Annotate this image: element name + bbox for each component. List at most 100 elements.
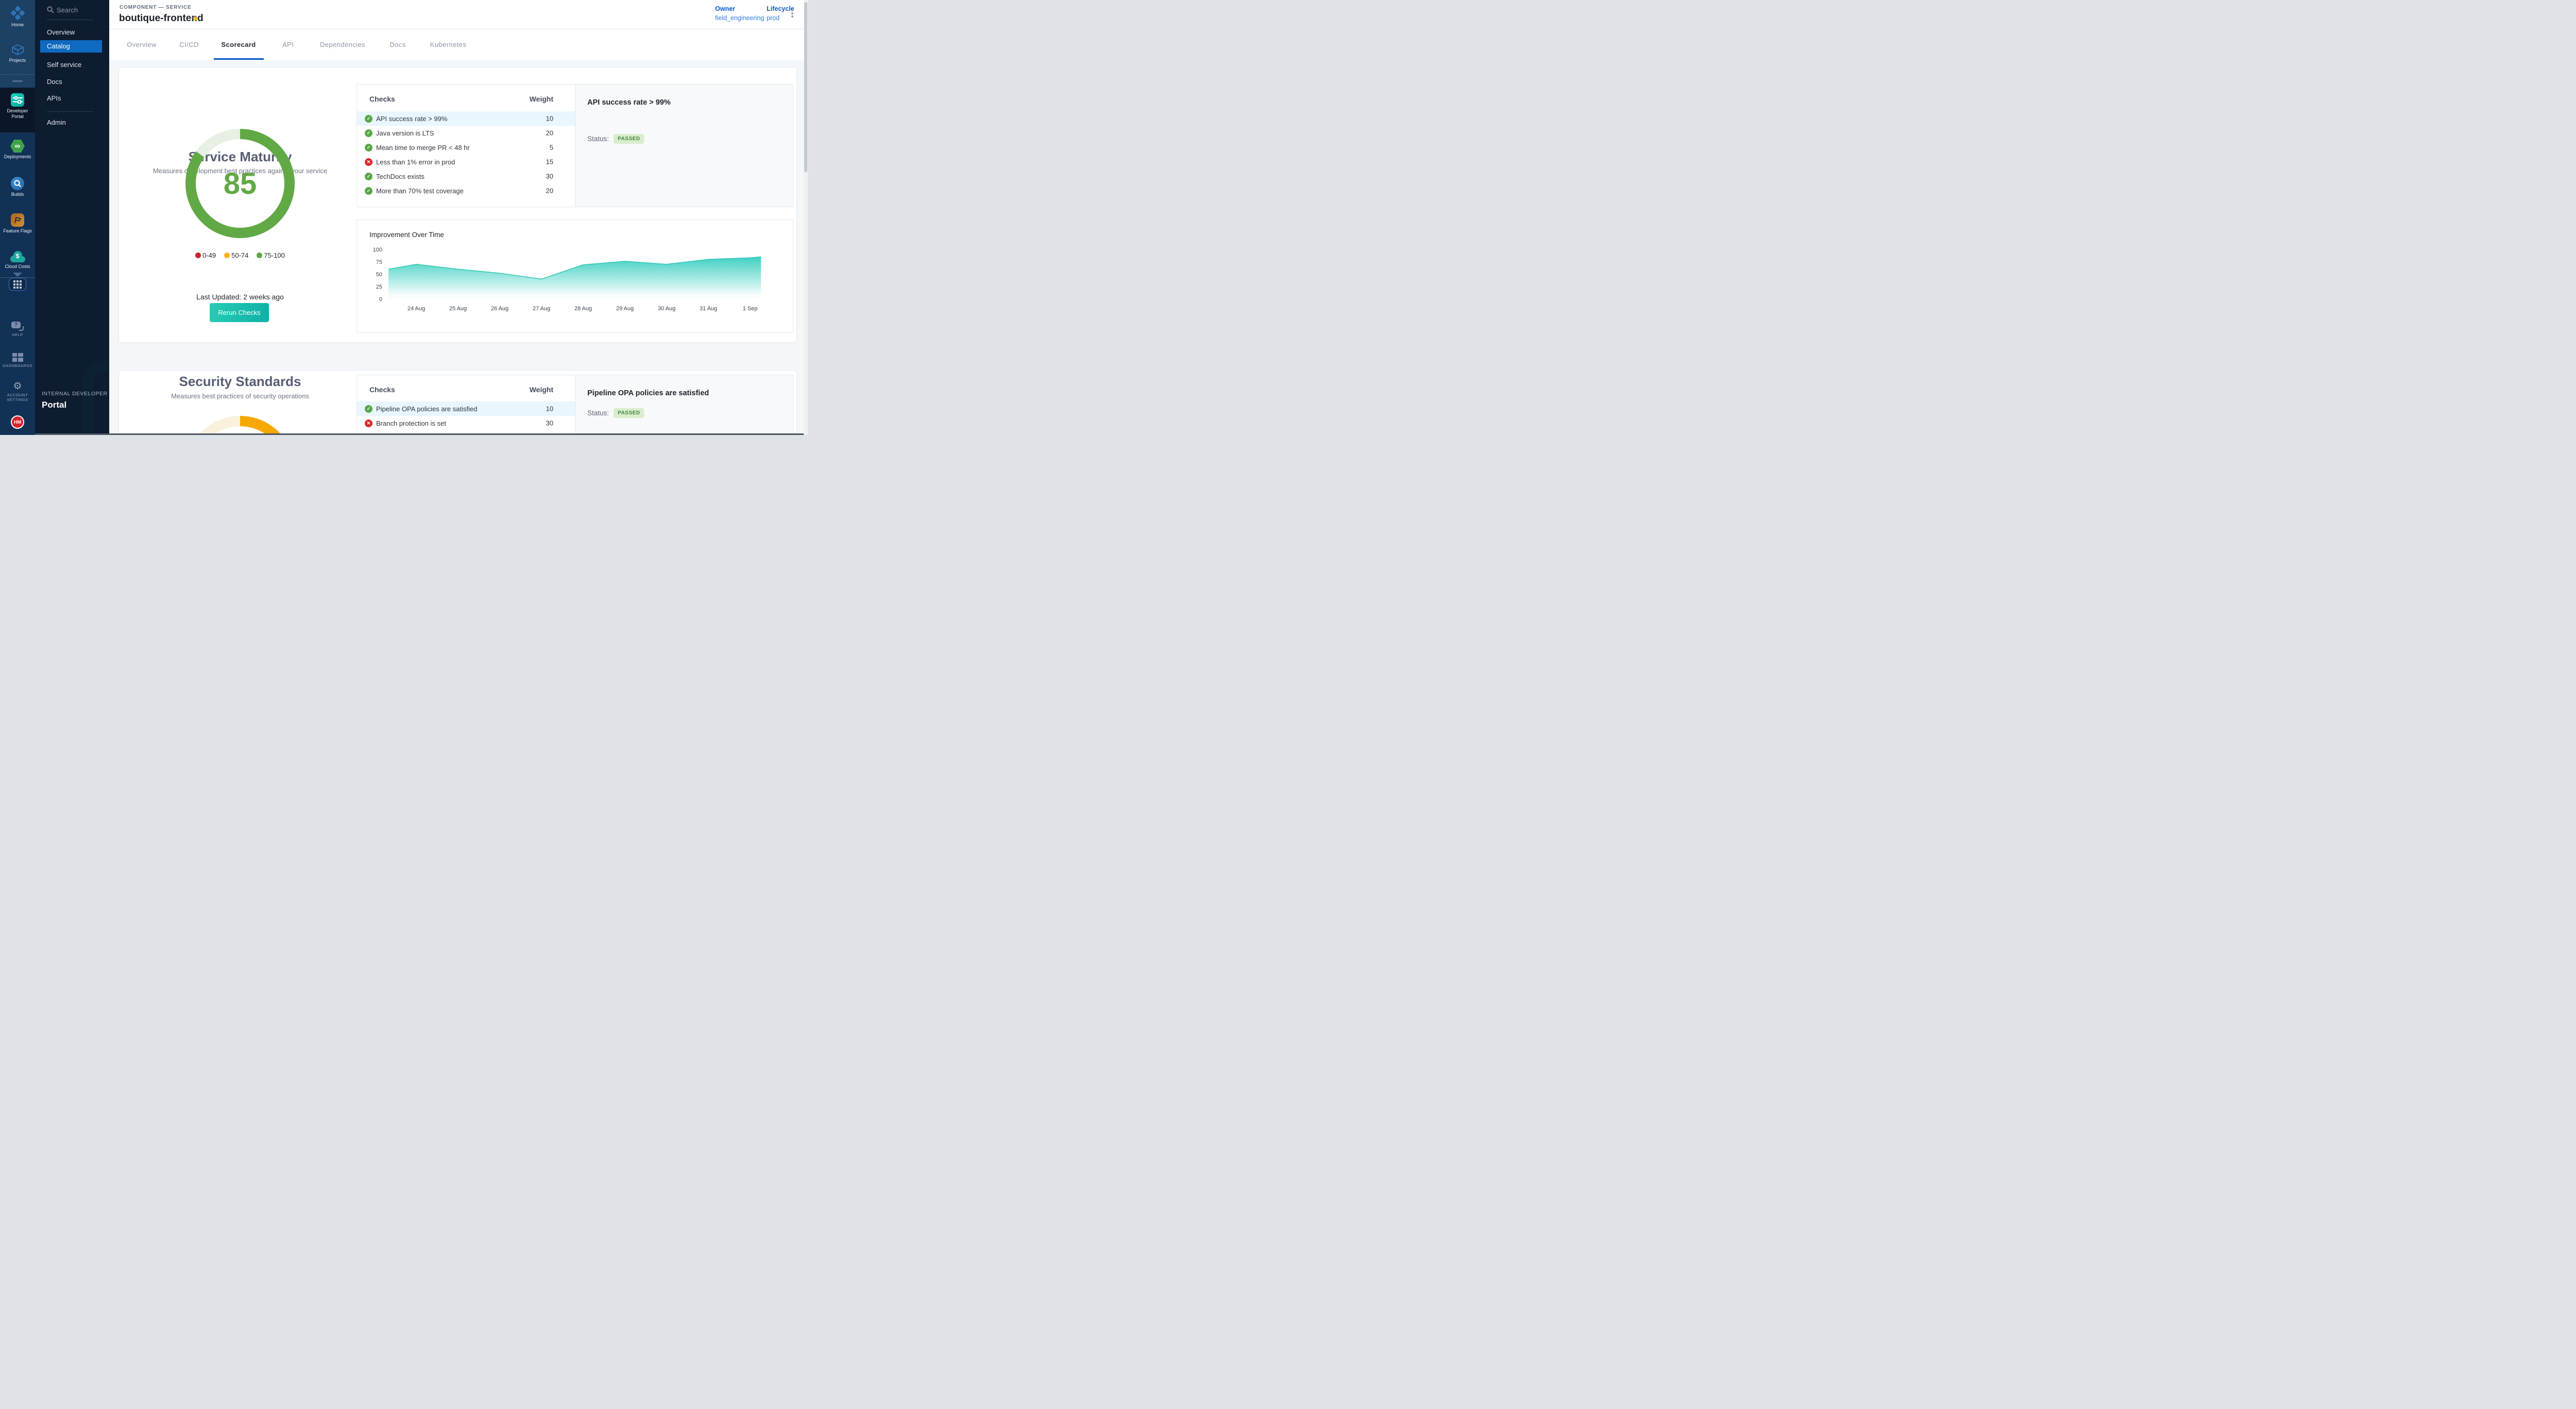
status-badge: PASSED [614,408,644,418]
rail-item-developer-portal[interactable]: Developer Portal [0,93,35,120]
check-detail-panel: Pipeline OPA policies are satisfied Stat… [575,375,793,435]
legend-dot [224,253,230,258]
sidebar-item-catalog[interactable]: Catalog [40,40,102,53]
dashboards-icon [12,353,23,362]
module-rail: Home Projects Developer Portal ∞ Deploym… [0,0,35,435]
main-area: COMPONENT — SERVICE boutique-frontend ★ … [109,0,808,435]
legend-item: 50-74 [224,251,248,259]
check-row[interactable]: ✓Pipeline OPA policies are satisfied10 [357,401,575,416]
maturity-checks-panel: Checks Weight ✓API success rate > 99%10✓… [357,84,793,207]
sidebar-item-apis[interactable]: APIs [35,92,109,105]
favorite-star-icon[interactable]: ★ [192,13,199,24]
sidebar-divider [47,111,93,112]
maturity-score-value: 85 [185,129,295,238]
check-weight: 20 [357,129,553,137]
y-axis-tick: 50 [376,272,382,278]
rail-item-label: ACCOUNT SETTINGS [0,393,35,402]
legend-label: 75-100 [264,251,284,259]
sidebar-search[interactable]: Search [35,4,109,16]
rail-item-feature-flags[interactable]: Feature Flags [0,213,35,234]
check-weight: 15 [357,158,553,166]
scorecard-title: Security Standards [119,374,361,390]
tab-kubernetes[interactable]: Kubernetes [430,29,467,60]
scrollbar-thumb[interactable] [804,2,807,172]
owner-label: Owner [715,5,735,12]
check-row[interactable]: ✓Mean time to merge PR < 48 hr5 [357,140,575,155]
help-chat-icon: ? [11,322,24,331]
y-axis-tick: 100 [373,247,382,253]
scorecard-service-maturity: Service Maturity Measures development be… [118,67,797,343]
tab-docs[interactable]: Docs [389,29,405,60]
entity-header: COMPONENT — SERVICE boutique-frontend ★ … [109,0,808,29]
tab-scorecard[interactable]: Scorecard [221,29,256,60]
chevron-down-icon [13,273,22,277]
user-avatar[interactable]: HM [11,415,24,429]
x-axis-tick: 28 Aug [574,306,592,312]
module-picker-button[interactable] [9,278,26,291]
sidebar-footer-title: Portal [42,400,66,410]
sidebar-item-self-service[interactable]: Self service [35,59,109,71]
status-badge: PASSED [614,134,644,144]
rail-item-account-settings[interactable]: ⚙ ACCOUNT SETTINGS [0,381,35,402]
check-row[interactable]: ✓API success rate > 99%10 [357,111,575,126]
search-placeholder: Search [57,6,78,14]
deployments-icon: ∞ [10,140,25,153]
area-series [388,257,761,299]
check-row[interactable]: ✕Less than 1% error in prod15 [357,155,575,169]
y-axis-tick: 25 [376,284,382,290]
tab-cicd[interactable]: CI/CD [179,29,198,60]
rail-item-home[interactable]: Home [0,6,35,28]
rail-item-label: Developer Portal [0,108,35,120]
rail-item-label: HELP [0,332,35,337]
rail-item-projects[interactable]: Projects [0,43,35,63]
check-weight: 10 [357,405,553,413]
kebab-menu-icon[interactable] [789,9,796,21]
lifecycle-value[interactable]: prod [767,14,779,22]
score-legend: 0-49 50-74 75-100 [119,251,361,259]
check-weight: 10 [357,115,553,123]
check-weight: 20 [357,187,553,195]
check-detail-status: Status: PASSED [587,408,644,418]
check-detail-title: API success rate > 99% [587,98,671,107]
entity-tabs: Overview CI/CD Scorecard API Dependencie… [109,29,808,60]
tab-api[interactable]: API [282,29,294,60]
rail-collapse-handle[interactable] [12,80,23,82]
legend-dot [195,253,201,258]
rail-item-cloud-costs[interactable]: $ Cloud Costs [0,251,35,270]
rail-more-modules[interactable] [0,273,35,277]
weight-column-header: Weight [357,95,553,103]
rail-item-help[interactable]: ? HELP [0,322,35,337]
check-row[interactable]: ✕Branch protection is set30 [357,416,575,430]
legend-item: 0-49 [195,251,216,259]
rail-item-label: Deployments [0,154,35,160]
portal-sidebar: Search Overview Catalog Self service Doc… [35,0,109,435]
maturity-score-gauge: 85 [185,129,295,238]
viewport-bottom-edge [35,433,808,435]
y-axis-tick: 0 [379,296,382,303]
harness-home-icon [9,6,25,22]
check-row[interactable]: ✓More than 70% test coverage20 [357,183,575,198]
check-row[interactable]: ✓Java version is LTS20 [357,126,575,140]
sidebar-item-admin[interactable]: Admin [35,116,109,129]
check-row[interactable]: ✓TechDocs exists30 [357,169,575,183]
scorecard-subtitle: Measures best practices of security oper… [119,392,361,400]
page-title: boutique-frontend [119,13,204,24]
legend-label: 0-49 [202,251,216,259]
rail-item-dashboards[interactable]: DASHBOARDS [0,353,35,368]
active-tab-indicator [214,58,264,60]
rail-item-deployments[interactable]: ∞ Deployments [0,140,35,160]
x-axis-tick: 27 Aug [533,306,550,312]
rerun-checks-button[interactable]: Rerun Checks [210,303,269,322]
tab-overview[interactable]: Overview [127,29,156,60]
x-axis-tick: 1 Sep [743,306,758,312]
sidebar-item-overview[interactable]: Overview [35,26,109,39]
sidebar-item-docs[interactable]: Docs [35,76,109,88]
breadcrumb: COMPONENT — SERVICE [120,5,191,10]
scorecard-security-standards: Security Standards Measures best practic… [118,370,797,435]
rail-item-builds[interactable]: Builds [0,177,35,197]
rail-divider [0,74,35,75]
x-axis-tick: 26 Aug [491,306,509,312]
tab-dependencies[interactable]: Dependencies [320,29,365,60]
owner-value[interactable]: field_engineering [715,14,764,22]
sidebar-footer-eyebrow: INTERNAL DEVELOPER [42,391,108,397]
